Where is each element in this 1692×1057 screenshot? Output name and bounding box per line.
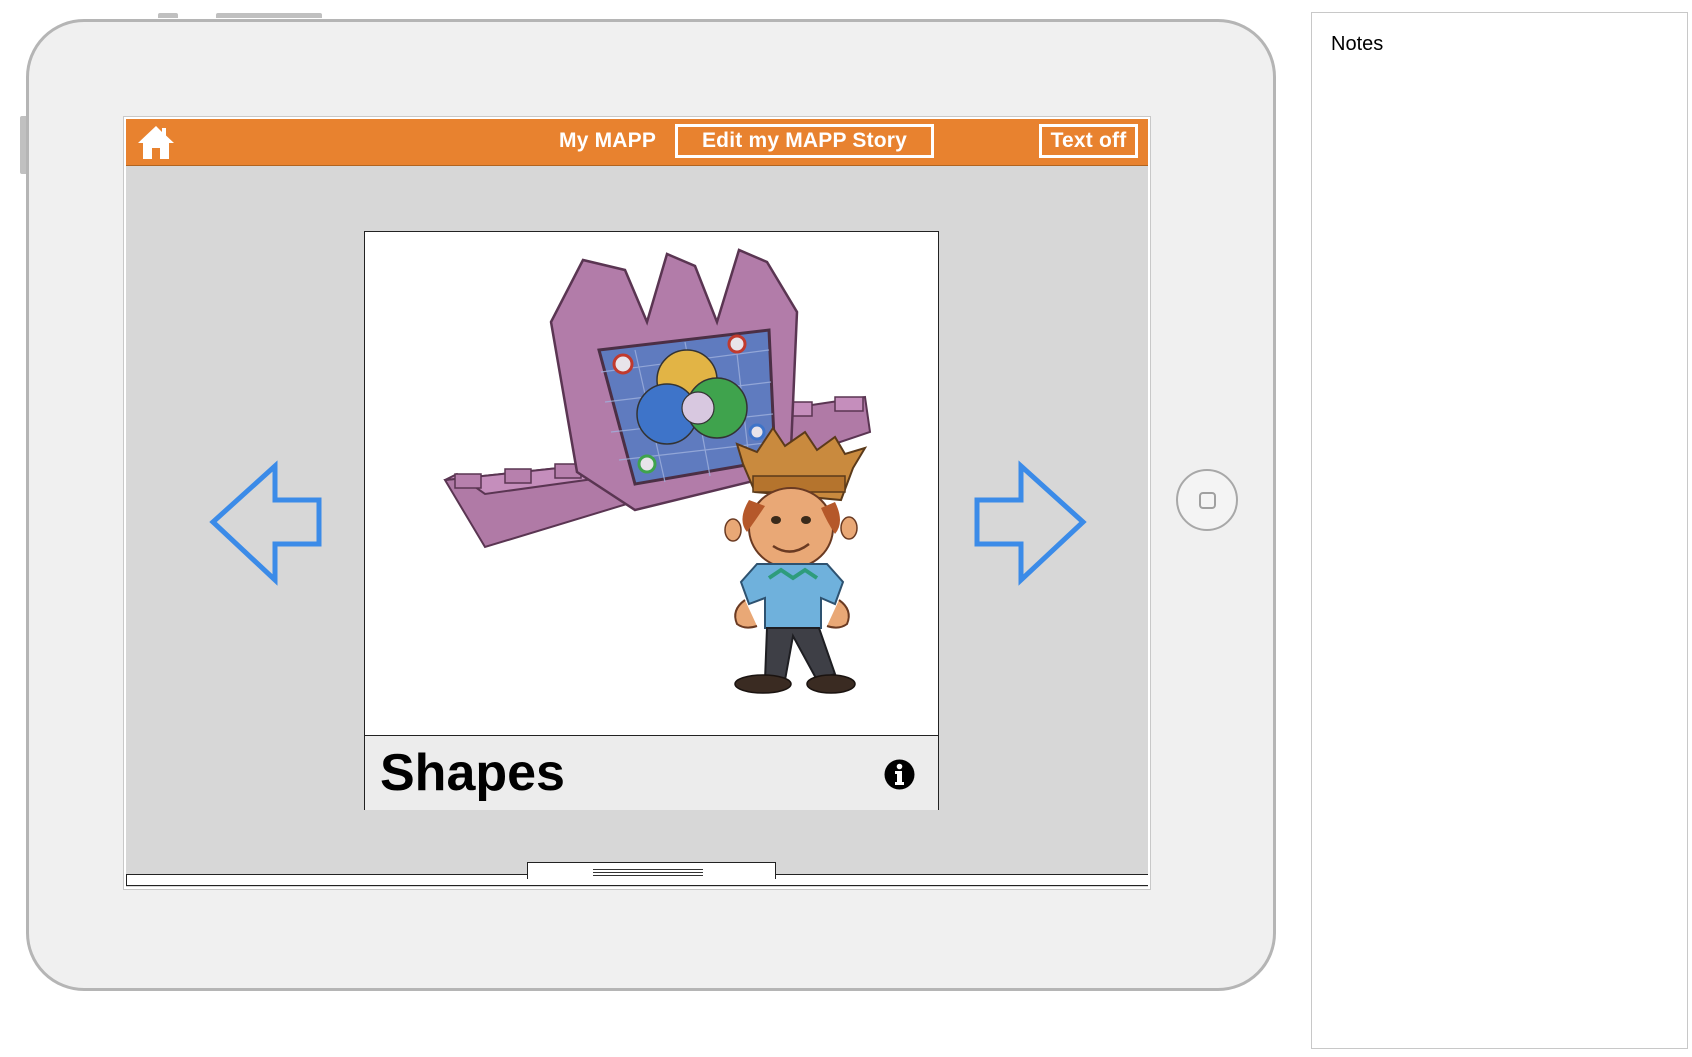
- home-icon[interactable]: [136, 123, 176, 161]
- card-caption-bar: Shapes: [365, 735, 938, 810]
- app-screen: My MAPP Edit my MAPP Story Text off Shap…: [123, 116, 1151, 890]
- drawer-handle[interactable]: [527, 862, 776, 879]
- text-off-button[interactable]: Text off: [1039, 124, 1138, 158]
- tablet-power-button: [216, 13, 322, 18]
- drawer-grip-icon: [593, 869, 703, 873]
- tablet-volume-button: [158, 13, 178, 18]
- top-bar: My MAPP Edit my MAPP Story Text off: [126, 119, 1148, 166]
- app-title: My MAPP: [559, 129, 657, 152]
- info-icon[interactable]: [883, 758, 916, 791]
- story-card[interactable]: Shapes: [364, 231, 939, 810]
- tablet-home-button[interactable]: [1176, 469, 1238, 531]
- castle-king-illustration: [443, 248, 872, 694]
- notes-panel: Notes: [1311, 12, 1688, 1049]
- arrow-left-icon[interactable]: [209, 460, 327, 588]
- notes-title: Notes: [1331, 33, 1384, 55]
- card-title: Shapes: [380, 744, 565, 802]
- edit-story-button[interactable]: Edit my MAPP Story: [675, 124, 934, 158]
- arrow-right-icon[interactable]: [969, 460, 1087, 588]
- tablet-side-button: [20, 116, 26, 174]
- drawer-grip-line: [593, 875, 703, 876]
- home-button-square-icon: [1199, 492, 1216, 509]
